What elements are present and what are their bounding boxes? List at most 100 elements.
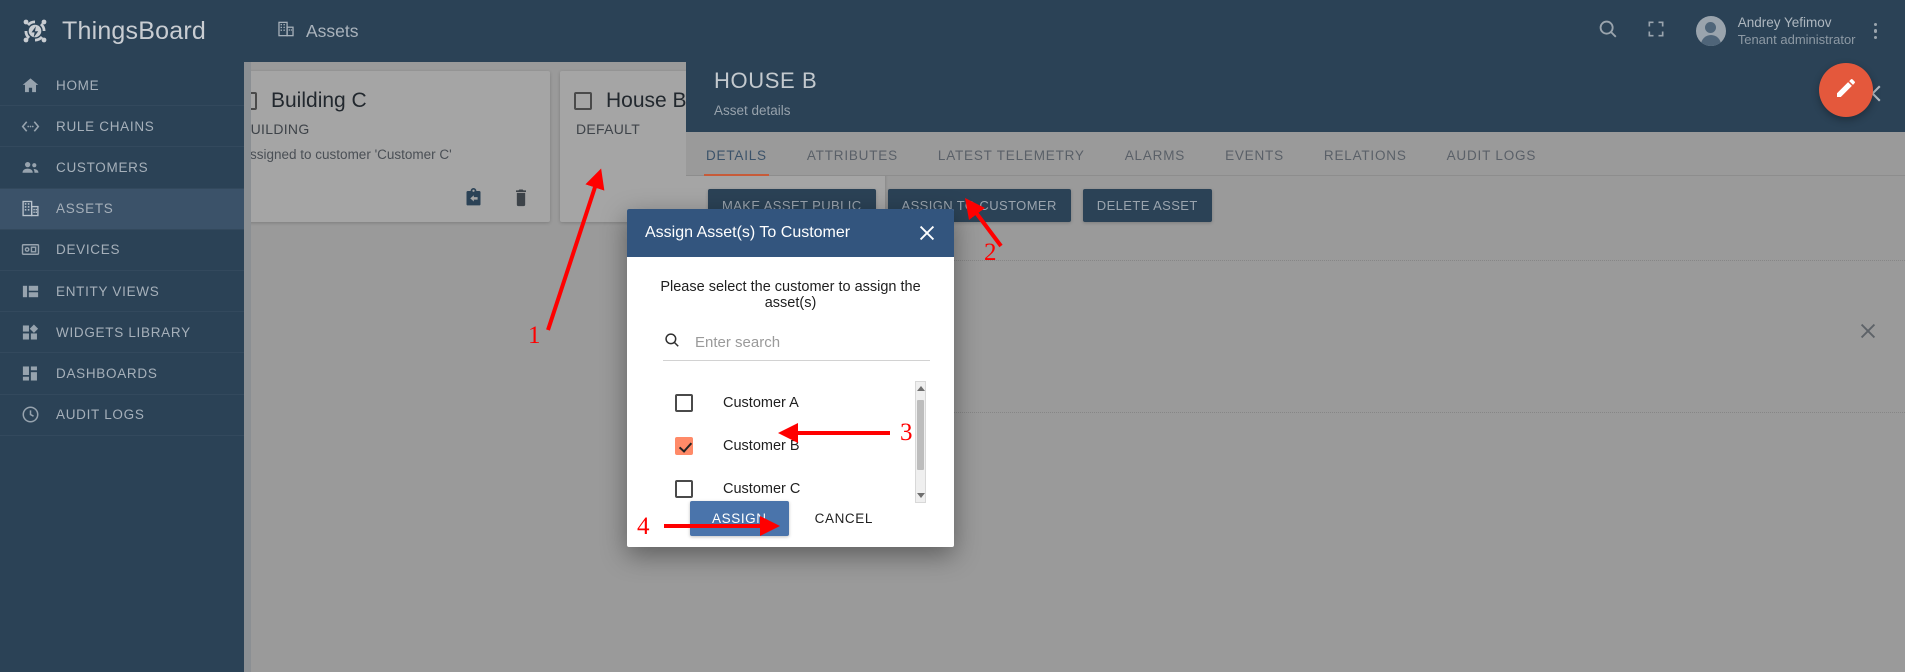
brand[interactable]: ThingsBoard bbox=[0, 0, 251, 62]
asset-card-header: Building C bbox=[225, 71, 550, 113]
sidebar: ThingsBoard HOME RULE CHAINS CUSTOMERS A… bbox=[0, 0, 251, 672]
top-bar: Assets Andrey Yefimov Tenant administrat… bbox=[251, 0, 1905, 62]
fullscreen-button[interactable] bbox=[1632, 7, 1680, 55]
sidebar-item-label: WIDGETS LIBRARY bbox=[56, 324, 191, 340]
sidebar-nav: HOME RULE CHAINS CUSTOMERS ASSETS DEVICE… bbox=[0, 65, 251, 436]
assets-icon bbox=[277, 20, 295, 43]
tab-latest-telemetry[interactable]: LATEST TELEMETRY bbox=[918, 148, 1105, 175]
annotation-number-4: 4 bbox=[637, 513, 650, 540]
customer-list-scrollbar[interactable] bbox=[915, 381, 926, 503]
sidebar-item-label: RULE CHAINS bbox=[56, 118, 155, 134]
scrollbar-thumb[interactable] bbox=[917, 400, 924, 470]
customer-search bbox=[663, 331, 930, 361]
asset-card-type: BUILDING bbox=[241, 121, 310, 137]
sidebar-item-label: ASSETS bbox=[56, 201, 114, 217]
asset-card-title: Building C bbox=[271, 89, 367, 112]
trash-icon[interactable] bbox=[510, 186, 532, 208]
details-title: HOUSE B bbox=[714, 68, 818, 93]
sidebar-item-customers[interactable]: CUSTOMERS bbox=[0, 147, 251, 189]
fullscreen-icon bbox=[1646, 19, 1666, 44]
sidebar-item-label: ENTITY VIEWS bbox=[56, 283, 160, 299]
dialog-footer: ASSIGN CANCEL bbox=[627, 489, 954, 547]
search-input[interactable] bbox=[695, 334, 930, 351]
asset-card-actions bbox=[462, 186, 532, 208]
customer-checkbox[interactable] bbox=[675, 393, 693, 412]
tab-audit-logs[interactable]: AUDIT LOGS bbox=[1427, 148, 1557, 175]
more-vert-icon[interactable] bbox=[1856, 22, 1892, 40]
user-role: Tenant administrator bbox=[1737, 32, 1856, 47]
annotation-number-1: 1 bbox=[528, 322, 541, 349]
customer-name: Customer B bbox=[723, 437, 800, 454]
assets-card-list: Building C BUILDING Assigned to customer… bbox=[207, 51, 885, 672]
sidebar-item-label: AUDIT LOGS bbox=[56, 407, 145, 423]
asset-card-building-c[interactable]: Building C BUILDING Assigned to customer… bbox=[225, 71, 550, 222]
customer-list: Customer A Customer B Customer C bbox=[647, 381, 934, 503]
pencil-icon bbox=[1834, 76, 1858, 105]
cancel-button[interactable]: CANCEL bbox=[797, 501, 891, 536]
audit-logs-icon bbox=[20, 405, 40, 425]
tab-alarms[interactable]: ALARMS bbox=[1105, 148, 1205, 175]
sidebar-item-home[interactable]: HOME bbox=[0, 65, 251, 107]
details-subtitle: Asset details bbox=[714, 103, 791, 118]
sidebar-item-label: HOME bbox=[56, 77, 100, 93]
sidebar-item-assets[interactable]: ASSETS bbox=[0, 188, 251, 230]
asset-card-assignment: Assigned to customer 'Customer C' bbox=[241, 147, 452, 162]
rule-chains-icon bbox=[20, 116, 40, 136]
user-info: Andrey Yefimov Tenant administrator bbox=[1738, 14, 1856, 48]
sidebar-item-dashboards[interactable]: DASHBOARDS bbox=[0, 353, 251, 395]
entity-views-icon bbox=[20, 281, 40, 301]
sidebar-scrollbar[interactable] bbox=[244, 62, 251, 672]
page-title: Assets bbox=[277, 20, 359, 43]
top-bar-actions: Andrey Yefimov Tenant administrator bbox=[1584, 7, 1905, 55]
tab-relations[interactable]: RELATIONS bbox=[1304, 148, 1427, 175]
search-icon bbox=[1597, 18, 1619, 45]
tab-events[interactable]: EVENTS bbox=[1205, 148, 1304, 175]
devices-icon bbox=[20, 240, 40, 260]
asset-card-title: House B bbox=[606, 89, 687, 112]
tab-details[interactable]: DETAILS bbox=[686, 148, 787, 176]
annotation-number-2: 2 bbox=[984, 239, 997, 266]
app-root: ThingsBoard HOME RULE CHAINS CUSTOMERS A… bbox=[0, 0, 1905, 672]
unassign-icon[interactable] bbox=[462, 186, 484, 208]
delete-asset-button[interactable]: DELETE ASSET bbox=[1082, 189, 1212, 222]
annotation-number-3: 3 bbox=[900, 419, 913, 446]
edit-asset-fab[interactable] bbox=[1819, 63, 1873, 117]
details-header: HOUSE B Asset details ? bbox=[686, 51, 1905, 132]
details-secondary-close-icon[interactable] bbox=[1857, 320, 1879, 342]
sidebar-item-label: DASHBOARDS bbox=[56, 365, 158, 381]
thingsboard-logo-icon bbox=[18, 14, 52, 48]
page-title-label: Assets bbox=[306, 20, 359, 41]
sidebar-item-audit-logs[interactable]: AUDIT LOGS bbox=[0, 395, 251, 436]
user-menu[interactable]: Andrey Yefimov Tenant administrator bbox=[1695, 14, 1856, 48]
dialog-title: Assign Asset(s) To Customer bbox=[645, 224, 851, 241]
dialog-prompt: Please select the customer to assign the… bbox=[660, 279, 921, 311]
customer-name: Customer A bbox=[723, 394, 799, 411]
sidebar-item-devices[interactable]: DEVICES bbox=[0, 230, 251, 271]
home-icon bbox=[20, 75, 40, 95]
customer-checkbox[interactable] bbox=[675, 436, 693, 455]
customer-list-item[interactable]: Customer B bbox=[675, 424, 934, 467]
sidebar-item-widgets-library[interactable]: WIDGETS LIBRARY bbox=[0, 312, 251, 354]
dialog-body: Please select the customer to assign the… bbox=[627, 257, 954, 503]
tab-attributes[interactable]: ATTRIBUTES bbox=[787, 148, 918, 175]
dashboards-icon bbox=[20, 363, 40, 383]
sidebar-item-entity-views[interactable]: ENTITY VIEWS bbox=[0, 271, 251, 313]
user-name: Andrey Yefimov bbox=[1737, 15, 1832, 30]
assign-asset-dialog: Assign Asset(s) To Customer Please selec… bbox=[627, 209, 954, 547]
close-icon[interactable] bbox=[916, 222, 938, 244]
details-tabs: DETAILS ATTRIBUTES LATEST TELEMETRY ALAR… bbox=[686, 132, 1905, 176]
user-avatar-icon bbox=[1695, 16, 1726, 46]
customers-icon bbox=[20, 157, 40, 177]
assign-button[interactable]: ASSIGN bbox=[690, 500, 789, 536]
sidebar-item-label: CUSTOMERS bbox=[56, 159, 149, 175]
widgets-library-icon bbox=[20, 322, 40, 342]
search-button[interactable] bbox=[1584, 7, 1632, 55]
scroll-up-arrow-icon[interactable] bbox=[917, 386, 925, 391]
dialog-header: Assign Asset(s) To Customer bbox=[627, 209, 954, 257]
customer-list-item[interactable]: Customer A bbox=[675, 381, 934, 424]
asset-card-checkbox[interactable] bbox=[574, 92, 592, 110]
sidebar-item-label: DEVICES bbox=[56, 242, 121, 258]
brand-name: ThingsBoard bbox=[62, 16, 206, 45]
sidebar-item-rule-chains[interactable]: RULE CHAINS bbox=[0, 106, 251, 148]
search-icon bbox=[663, 331, 681, 354]
